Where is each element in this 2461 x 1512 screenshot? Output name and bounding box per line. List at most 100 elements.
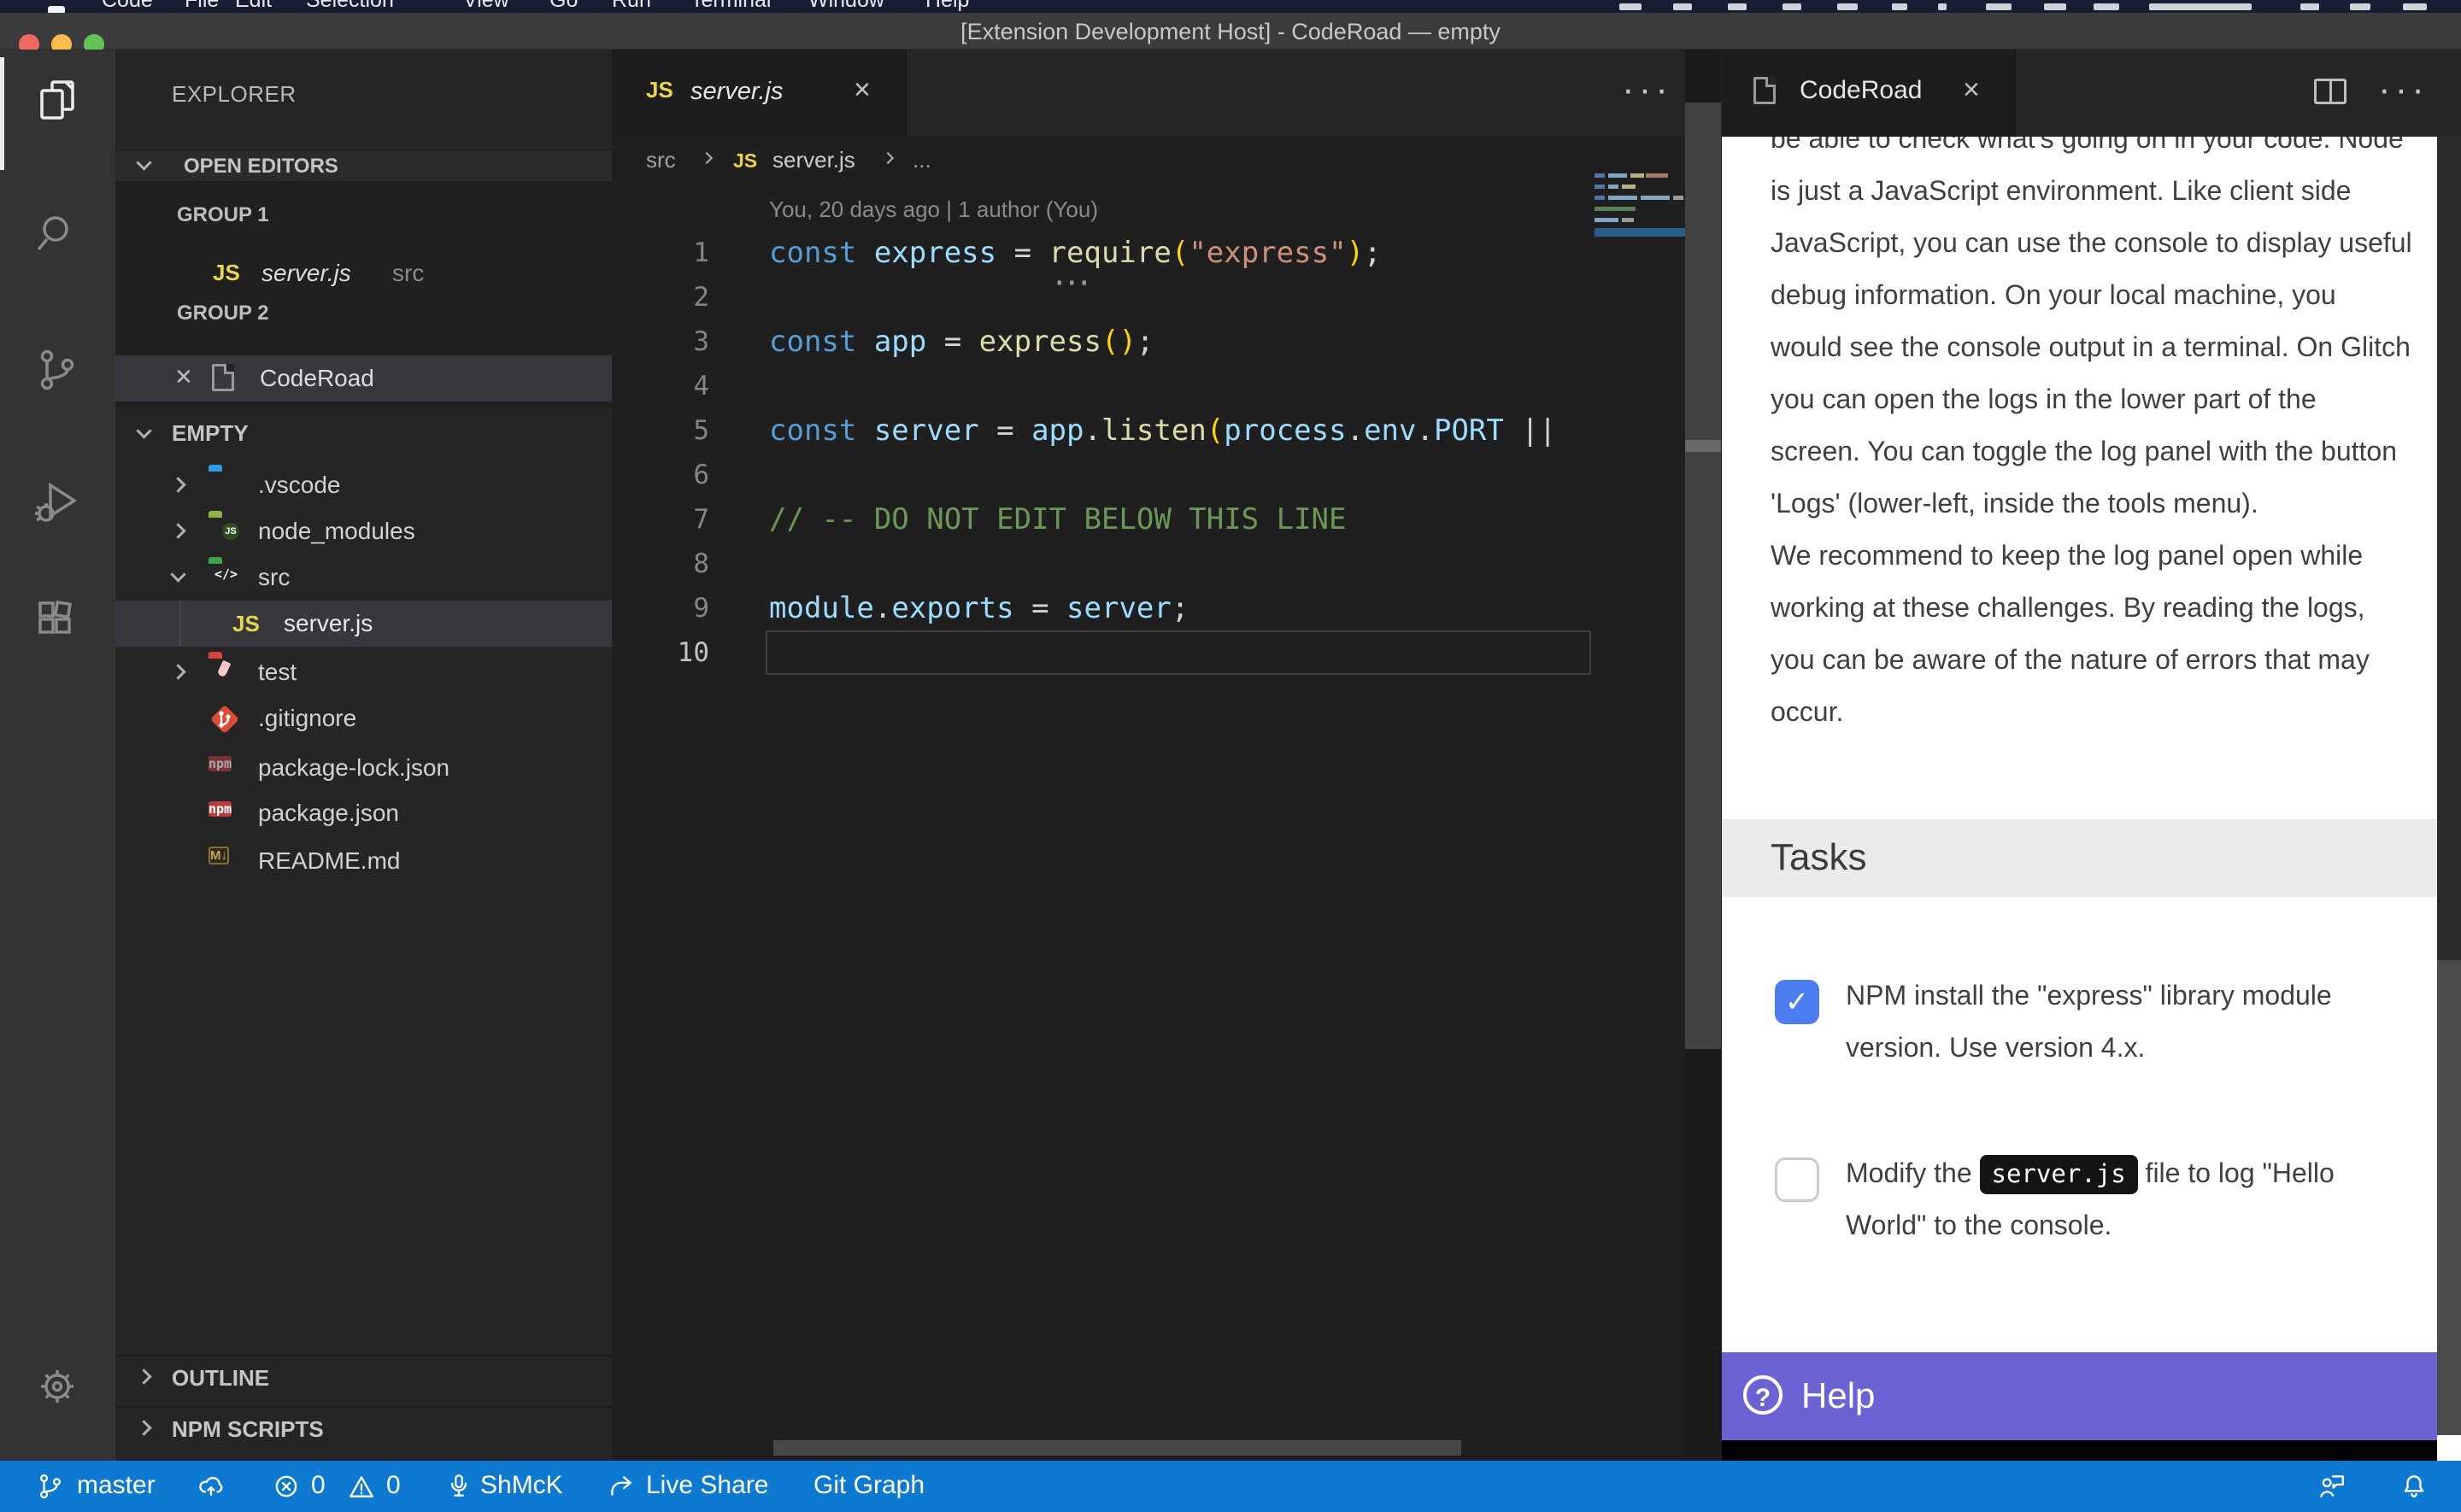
git-graph-button[interactable]: Git Graph xyxy=(813,1471,925,1500)
breadcrumb-src[interactable]: src xyxy=(646,147,676,173)
tree-item-label: README.md xyxy=(258,847,400,875)
minimap[interactable] xyxy=(1595,173,1685,267)
menu-help[interactable]: Help xyxy=(925,0,969,13)
tutorial-text: you can be aware of the nature of errors… xyxy=(1771,634,2425,686)
run-debug-icon[interactable] xyxy=(33,478,81,526)
scrollbar-divider xyxy=(1685,440,1721,452)
source-control-icon[interactable] xyxy=(33,346,81,394)
npm-scripts-section-header[interactable]: NPM SCRIPTS xyxy=(115,1406,612,1450)
gitlens-blame-annotation: You, 20 days ago | 1 author (You) xyxy=(769,196,1098,223)
sync-cloud-icon[interactable] xyxy=(197,1472,226,1501)
folder-section-header-empty[interactable]: EMPTY xyxy=(115,410,612,456)
explorer-icon[interactable] xyxy=(33,77,81,125)
breadcrumb: src JS server.js ... xyxy=(612,137,1722,184)
tab-server-js[interactable]: JS server.js × xyxy=(612,50,907,137)
code-line-3: const app = express(); xyxy=(769,319,1154,364)
tree-item-src[interactable]: </> src xyxy=(115,554,612,601)
close-icon[interactable]: × xyxy=(175,362,192,391)
feedback-icon[interactable] xyxy=(2317,1472,2346,1501)
mic-icon[interactable] xyxy=(444,1472,473,1501)
open-editor-coderoad[interactable]: × CodeRoad xyxy=(115,355,612,401)
tasks-section-header: Tasks xyxy=(1722,819,2437,897)
npm-icon: npm xyxy=(209,801,232,817)
menu-code[interactable]: Code xyxy=(102,0,153,13)
editor-group: JS server.js × ··· src JS server.js ... … xyxy=(612,50,1722,1461)
help-accordion-header[interactable]: ? Help xyxy=(1722,1352,2437,1440)
chevron-down-icon xyxy=(136,155,151,170)
window-title: [Extension Development Host] - CodeRoad … xyxy=(960,19,1501,45)
menu-view[interactable]: View xyxy=(463,0,509,13)
javascript-file-icon: JS xyxy=(232,611,260,637)
live-share-icon[interactable] xyxy=(607,1472,636,1501)
tree-item-package-json[interactable]: npm package.json xyxy=(115,790,612,836)
chevron-down-icon xyxy=(170,566,185,582)
tree-item-label: test xyxy=(258,659,297,686)
menu-selection[interactable]: Selection xyxy=(306,0,394,13)
menu-edit[interactable]: Edit xyxy=(235,0,272,13)
outline-section-header[interactable]: OUTLINE xyxy=(115,1355,612,1399)
scrollbar-corner xyxy=(2437,1435,2461,1461)
chevron-right-icon xyxy=(701,152,713,164)
tree-item-test[interactable]: test xyxy=(115,649,612,695)
chevron-right-icon xyxy=(170,477,185,492)
task-checkbox-unchecked[interactable] xyxy=(1775,1157,1819,1202)
coderoad-user[interactable]: ShMcK xyxy=(480,1471,563,1500)
tree-item-server-js[interactable]: JS server.js xyxy=(115,601,612,647)
editor-scrollbar[interactable] xyxy=(1685,50,1721,1461)
open-editor-server-js[interactable]: JS server.js src xyxy=(115,250,612,296)
editor-more-actions-icon[interactable]: ··· xyxy=(1622,68,1672,111)
menubar-status-icon xyxy=(1986,3,2012,10)
coderoad-webview[interactable]: be able to check what's going on in your… xyxy=(1722,137,2437,1461)
webview-more-actions-icon[interactable]: ··· xyxy=(2378,68,2429,111)
help-label: Help xyxy=(1801,1375,1875,1416)
git-branch-name[interactable]: master xyxy=(77,1471,156,1500)
level-bar[interactable]: 1. Meet the Node Console 1 of 2 tasks xyxy=(1722,1440,2437,1461)
split-editor-icon[interactable] xyxy=(2314,79,2346,104)
breadcrumb-file[interactable]: server.js xyxy=(772,147,855,173)
menubar-status-icon xyxy=(1938,3,1947,10)
apple-menu-icon[interactable] xyxy=(48,6,65,13)
warning-count[interactable]: 0 xyxy=(386,1471,401,1500)
open-editors-header[interactable]: OPEN EDITORS xyxy=(115,149,612,182)
notifications-bell-icon[interactable] xyxy=(2399,1472,2429,1501)
menubar-status-icon xyxy=(2044,3,2066,10)
close-icon[interactable]: × xyxy=(1963,75,1980,104)
git-branch-icon[interactable] xyxy=(36,1472,65,1501)
tree-item-readme[interactable]: M↓ README.md xyxy=(115,838,612,884)
warnings-icon[interactable] xyxy=(347,1472,376,1501)
tree-item-node-modules[interactable]: JS node_modules xyxy=(115,508,612,554)
error-count[interactable]: 0 xyxy=(311,1471,326,1500)
settings-gear-icon[interactable] xyxy=(33,1363,81,1410)
minimap-selection-highlight xyxy=(1595,228,1685,237)
open-editor-label: CodeRoad xyxy=(260,365,374,392)
close-icon[interactable]: × xyxy=(854,75,871,104)
menu-window[interactable]: Window xyxy=(808,0,884,13)
menu-run[interactable]: Run xyxy=(612,0,651,13)
tree-item-vscode[interactable]: .vscode xyxy=(115,462,612,508)
breadcrumb-symbol[interactable]: ... xyxy=(913,147,931,173)
tree-item-gitignore[interactable]: .gitignore xyxy=(115,695,612,741)
horizontal-scrollbar-thumb[interactable] xyxy=(773,1440,1461,1456)
menu-go[interactable]: Go xyxy=(549,0,578,13)
menubar-clock xyxy=(2149,3,2252,10)
tutorial-text: working at these challenges. By reading … xyxy=(1771,582,2425,634)
open-editor-detail: src xyxy=(392,260,424,287)
editor-group-1-label: GROUP 1 xyxy=(177,203,269,227)
webview-scrollbar-thumb[interactable] xyxy=(2437,960,2461,1435)
live-share-button[interactable]: Live Share xyxy=(646,1471,768,1500)
tree-item-label: .vscode xyxy=(258,472,341,499)
chevron-right-icon xyxy=(882,152,894,164)
tree-item-label: .gitignore xyxy=(258,705,356,732)
task-checkbox-checked[interactable]: ✓ xyxy=(1775,980,1819,1024)
menubar-status-icon xyxy=(1619,3,1642,10)
webview-scrollbar[interactable] xyxy=(2437,137,2461,1461)
menu-file[interactable]: File xyxy=(185,0,219,13)
search-icon[interactable] xyxy=(33,209,81,257)
extensions-icon[interactable] xyxy=(33,595,81,642)
menu-terminal[interactable]: Terminal xyxy=(690,0,771,13)
tab-coderoad[interactable]: CodeRoad × xyxy=(1722,50,2016,137)
tree-item-package-lock[interactable]: npm package-lock.json xyxy=(115,745,612,791)
code-area[interactable]: const express = require("express"); cons… xyxy=(769,231,1595,709)
chevron-right-icon xyxy=(170,523,185,538)
errors-icon[interactable] xyxy=(272,1472,301,1501)
